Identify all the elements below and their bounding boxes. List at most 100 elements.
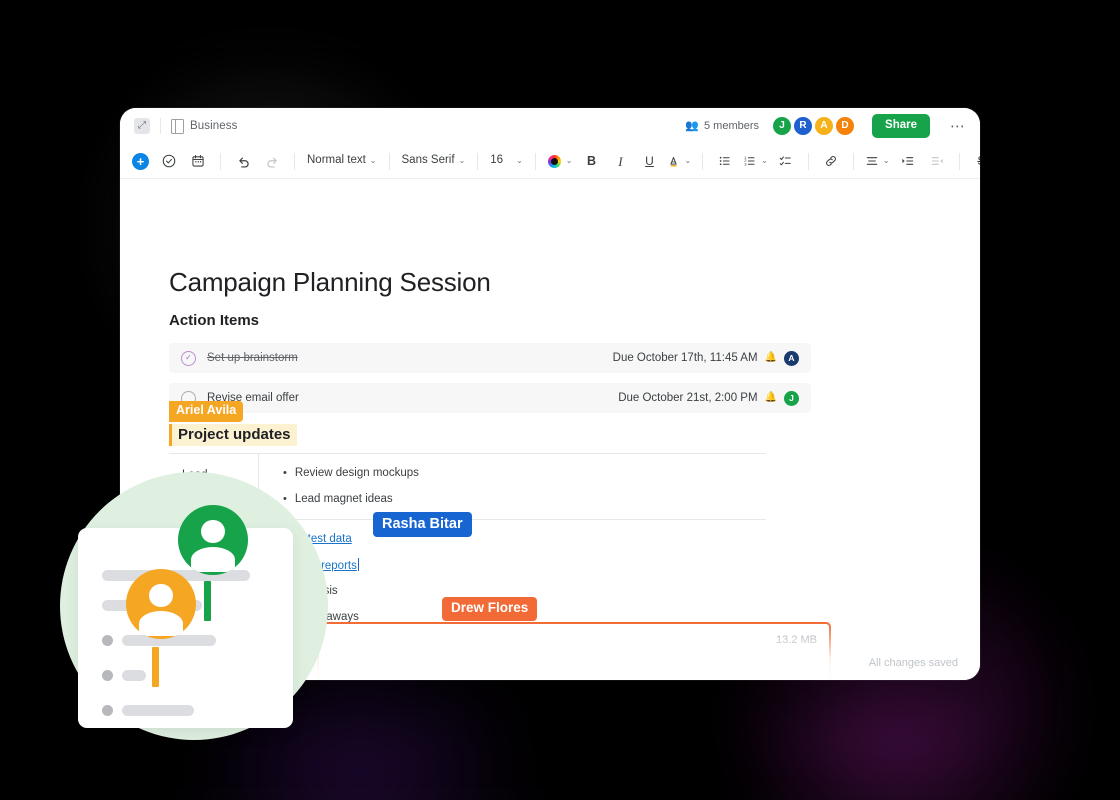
align-icon xyxy=(866,157,878,165)
toolbar-divider xyxy=(294,152,295,170)
add-button[interactable]: + xyxy=(132,152,149,170)
toolbar-divider xyxy=(958,152,960,170)
green-avatar xyxy=(178,505,248,575)
collaborator-caret xyxy=(357,557,360,571)
placeholder-bullet xyxy=(102,635,113,646)
screenshot-stage: ⤢ Business 👥 5 members J R A D Share ⋯ + xyxy=(0,0,1120,800)
chevron-down-icon: ⌄ xyxy=(684,156,692,165)
amber-avatar xyxy=(126,569,196,639)
highlighted-heading-text: Project updates xyxy=(172,424,297,446)
save-status: All changes saved xyxy=(868,657,958,669)
avatar-head xyxy=(201,519,225,544)
toolbar-divider xyxy=(807,152,809,170)
svg-text:3: 3 xyxy=(744,161,747,166)
avatar[interactable]: A xyxy=(815,117,834,135)
green-cursor-bar xyxy=(204,581,211,621)
document-name-label: Business xyxy=(190,120,238,132)
placeholder-bullet xyxy=(102,705,113,716)
avatar-body xyxy=(139,611,183,637)
members-count-label: 5 members xyxy=(704,120,760,132)
text-color-picker[interactable]: ⌄ xyxy=(544,154,577,168)
toolbar-divider xyxy=(477,152,479,170)
avatar-stack: J R A D xyxy=(773,117,855,135)
chevron-down-icon: ⌄ xyxy=(458,156,466,165)
text-color-icon xyxy=(547,154,561,168)
paragraph-style-value: Normal text xyxy=(307,154,366,167)
header-divider xyxy=(160,118,161,134)
check-circle-icon[interactable] xyxy=(155,149,183,173)
app-header: ⤢ Business 👥 5 members J R A D Share ⋯ xyxy=(120,108,980,144)
avatar-body xyxy=(191,547,235,573)
toolbar-divider xyxy=(220,152,221,170)
task-row[interactable]: ✓ Revise email offer Due October 21st, 2… xyxy=(169,383,811,413)
task-due-date: Due October 17th, 11:45 AM xyxy=(612,352,758,364)
placeholder-line xyxy=(122,705,194,716)
task-assignee-avatar[interactable]: J xyxy=(784,390,799,406)
highlight-color-picker[interactable]: ⌄ xyxy=(664,155,694,168)
list-item: • Past reports xyxy=(283,557,766,575)
task-meta: Due October 17th, 11:45 AM 🔔 A xyxy=(612,350,799,366)
outdent-icon[interactable] xyxy=(923,149,951,173)
bullet-icon: • xyxy=(283,492,287,505)
table-row-content[interactable]: • Review design mockups • Lead magnet id… xyxy=(259,454,766,519)
bell-icon[interactable]: 🔔 xyxy=(765,393,777,403)
numbered-list-icon: 123 xyxy=(744,155,755,166)
embedded-chart xyxy=(319,649,829,680)
placeholder-line xyxy=(122,670,146,681)
avatar[interactable]: D xyxy=(836,117,855,135)
collaboration-illustration xyxy=(60,472,328,740)
list-item: • Latest data xyxy=(283,532,766,548)
font-size-select[interactable]: 16 ⌄ xyxy=(486,155,527,167)
bell-icon[interactable]: 🔔 xyxy=(765,353,777,363)
chevron-down-icon: ⌄ xyxy=(882,156,890,165)
task-meta: Due October 21st, 2:00 PM 🔔 J xyxy=(618,390,799,406)
italic-button[interactable]: I xyxy=(606,149,634,173)
task-row[interactable]: ✓ Set up brainstorm Due October 17th, 11… xyxy=(169,343,811,373)
redo-icon[interactable] xyxy=(258,149,286,173)
kebab-menu-icon[interactable]: ⋯ xyxy=(950,119,966,134)
toolbar-divider xyxy=(388,152,390,170)
avatar-head xyxy=(149,583,173,608)
paragraph-style-select[interactable]: Normal text ⌄ xyxy=(303,155,381,167)
highlighted-heading[interactable]: Project updates xyxy=(169,424,297,446)
strikethrough-button[interactable]: S xyxy=(968,149,980,173)
checklist-icon[interactable] xyxy=(772,149,800,173)
list-item: • Review design mockups xyxy=(283,466,766,482)
highlight-icon xyxy=(670,156,678,167)
list-item-text: Lead magnet ideas xyxy=(294,492,393,505)
align-button[interactable]: ⌄ xyxy=(862,154,893,168)
font-size-value: 16 xyxy=(490,154,504,167)
chevron-down-icon: ⌄ xyxy=(565,156,573,165)
selected-image-block[interactable]: 13.2 MB xyxy=(317,622,831,680)
share-button[interactable]: Share xyxy=(872,114,930,138)
task-assignee-avatar[interactable]: A xyxy=(784,350,799,366)
chevron-down-icon: ⌄ xyxy=(369,156,377,165)
undo-icon[interactable] xyxy=(229,149,257,173)
font-family-select[interactable]: Sans Serif ⌄ xyxy=(398,155,470,167)
bulleted-list-icon[interactable] xyxy=(711,149,739,173)
calendar-icon[interactable] xyxy=(184,149,212,173)
avatar[interactable]: J xyxy=(773,117,792,135)
image-size-label: 13.2 MB xyxy=(776,634,817,646)
task-checkbox-checked-icon[interactable]: ✓ xyxy=(181,350,196,366)
avatar[interactable]: R xyxy=(794,117,813,135)
section-heading: Action Items xyxy=(169,312,260,329)
members-indicator[interactable]: 👥 5 members xyxy=(685,120,759,132)
toolbar-divider xyxy=(534,152,536,170)
members-icon: 👥 xyxy=(685,119,699,132)
list-item: • Lead magnet ideas xyxy=(283,492,766,508)
task-due-date: Due October 21st, 2:00 PM xyxy=(618,392,758,404)
underline-button[interactable]: U xyxy=(635,149,663,173)
chevron-down-icon: ⌄ xyxy=(761,156,768,165)
document-breadcrumb[interactable]: Business xyxy=(171,118,238,134)
amber-cursor-bar xyxy=(152,647,159,687)
list-item-text: Review design mockups xyxy=(294,467,419,479)
bold-button[interactable]: B xyxy=(577,149,605,173)
indent-icon[interactable] xyxy=(894,149,922,173)
chevron-down-icon: ⌄ xyxy=(516,156,523,165)
task-label: Set up brainstorm xyxy=(207,352,298,364)
expand-icon[interactable]: ⤢ xyxy=(134,118,150,134)
editor-toolbar: + Normal text ⌄ Sans Serif ⌄ 16 ⌄ ⌄ B I … xyxy=(120,144,980,179)
numbered-list-button[interactable]: 123 ⌄ xyxy=(740,154,771,168)
link-icon[interactable] xyxy=(817,149,845,173)
